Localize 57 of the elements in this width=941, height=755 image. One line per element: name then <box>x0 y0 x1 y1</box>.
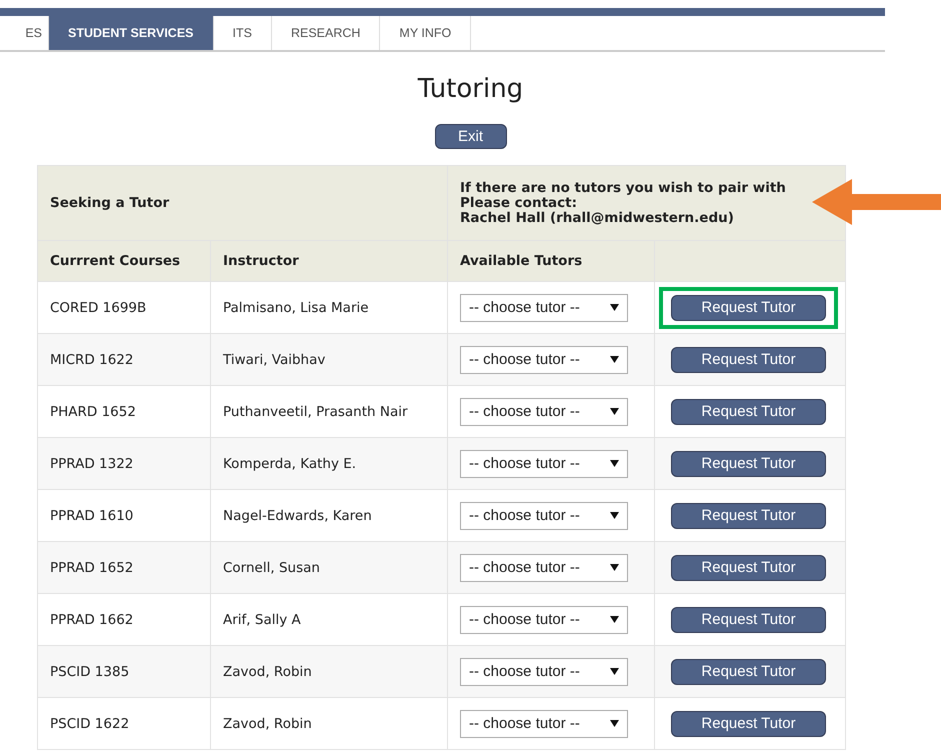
course-code: PSCID 1622 <box>50 716 130 732</box>
instructor-name: Cornell, Susan <box>223 560 320 576</box>
tutor-dropdown[interactable]: -- choose tutor -- <box>460 294 628 322</box>
column-header: Instructor <box>210 240 448 282</box>
tutor-dropdown[interactable]: -- choose tutor -- <box>460 710 628 738</box>
caret-icon <box>610 564 619 571</box>
caret-icon <box>610 356 619 363</box>
section-header: Seeking a Tutor <box>38 166 448 240</box>
caret-icon <box>610 616 619 623</box>
instructor-name: Arif, Sally A <box>223 612 301 628</box>
request-tutor-button[interactable]: Request Tutor <box>671 606 826 632</box>
request-tutor-button[interactable]: Request Tutor <box>671 294 826 320</box>
contact-note: If there are no tutors you wish to pair with Please contact: Rachel Hall (rhall@midwestern.edu) <box>448 166 846 240</box>
request-tutor-button[interactable]: Request Tutor <box>671 554 826 580</box>
column-header: Available Tutors <box>448 240 654 282</box>
caret-icon <box>610 668 619 675</box>
arrow-icon <box>812 179 941 225</box>
nav-tab[interactable]: MY INFO <box>380 16 472 50</box>
instructor-name: Zavod, Robin <box>223 664 312 680</box>
course-code: PSCID 1385 <box>50 664 130 680</box>
nav-tab[interactable]: STUDENT SERVICES <box>49 16 214 50</box>
caret-icon <box>610 408 619 415</box>
request-tutor-button[interactable]: Request Tutor <box>671 710 826 736</box>
nav-tab[interactable]: RESEARCH <box>272 16 380 50</box>
course-code: PPRAD 1322 <box>50 456 134 472</box>
column-header: Currrent Courses <box>38 240 210 282</box>
instructor-name: Palmisano, Lisa Marie <box>223 300 369 316</box>
caret-icon <box>610 460 619 467</box>
instructor-name: Nagel-Edwards, Karen <box>223 508 372 524</box>
tutor-dropdown[interactable]: -- choose tutor -- <box>460 398 628 426</box>
tutor-dropdown[interactable]: -- choose tutor -- <box>460 450 628 478</box>
request-tutor-button[interactable]: Request Tutor <box>671 346 826 372</box>
instructor-name: Tiwari, Vaibhav <box>223 352 326 368</box>
course-code: PHARD 1652 <box>50 404 136 420</box>
instructor-name: Puthanveetil, Prasanth Nair <box>223 404 408 420</box>
request-tutor-button[interactable]: Request Tutor <box>671 502 826 528</box>
request-tutor-button[interactable]: Request Tutor <box>671 658 826 684</box>
course-code: PPRAD 1662 <box>50 612 134 628</box>
caret-icon <box>610 720 619 727</box>
course-code: MICRD 1622 <box>50 352 134 368</box>
instructor-name: Komperda, Kathy E. <box>223 456 356 472</box>
caret-icon <box>610 512 619 519</box>
tutor-dropdown[interactable]: -- choose tutor -- <box>460 346 628 374</box>
nav-tab[interactable]: ITS <box>214 16 272 50</box>
tutor-dropdown[interactable]: -- choose tutor -- <box>460 502 628 530</box>
request-tutor-button[interactable]: Request Tutor <box>671 450 826 476</box>
course-code: CORED 1699B <box>50 300 146 316</box>
tutor-dropdown[interactable]: -- choose tutor -- <box>460 606 628 634</box>
tutor-dropdown[interactable]: -- choose tutor -- <box>460 658 628 686</box>
course-code: PPRAD 1610 <box>50 508 134 524</box>
instructor-name: Zavod, Robin <box>223 716 312 732</box>
tutor-dropdown[interactable]: -- choose tutor -- <box>460 554 628 582</box>
request-tutor-button[interactable]: Request Tutor <box>671 398 826 424</box>
caret-icon <box>610 304 619 311</box>
exit-button[interactable]: Exit <box>434 124 506 149</box>
course-code: PPRAD 1652 <box>50 560 134 576</box>
page-title: Tutoring <box>418 74 524 104</box>
